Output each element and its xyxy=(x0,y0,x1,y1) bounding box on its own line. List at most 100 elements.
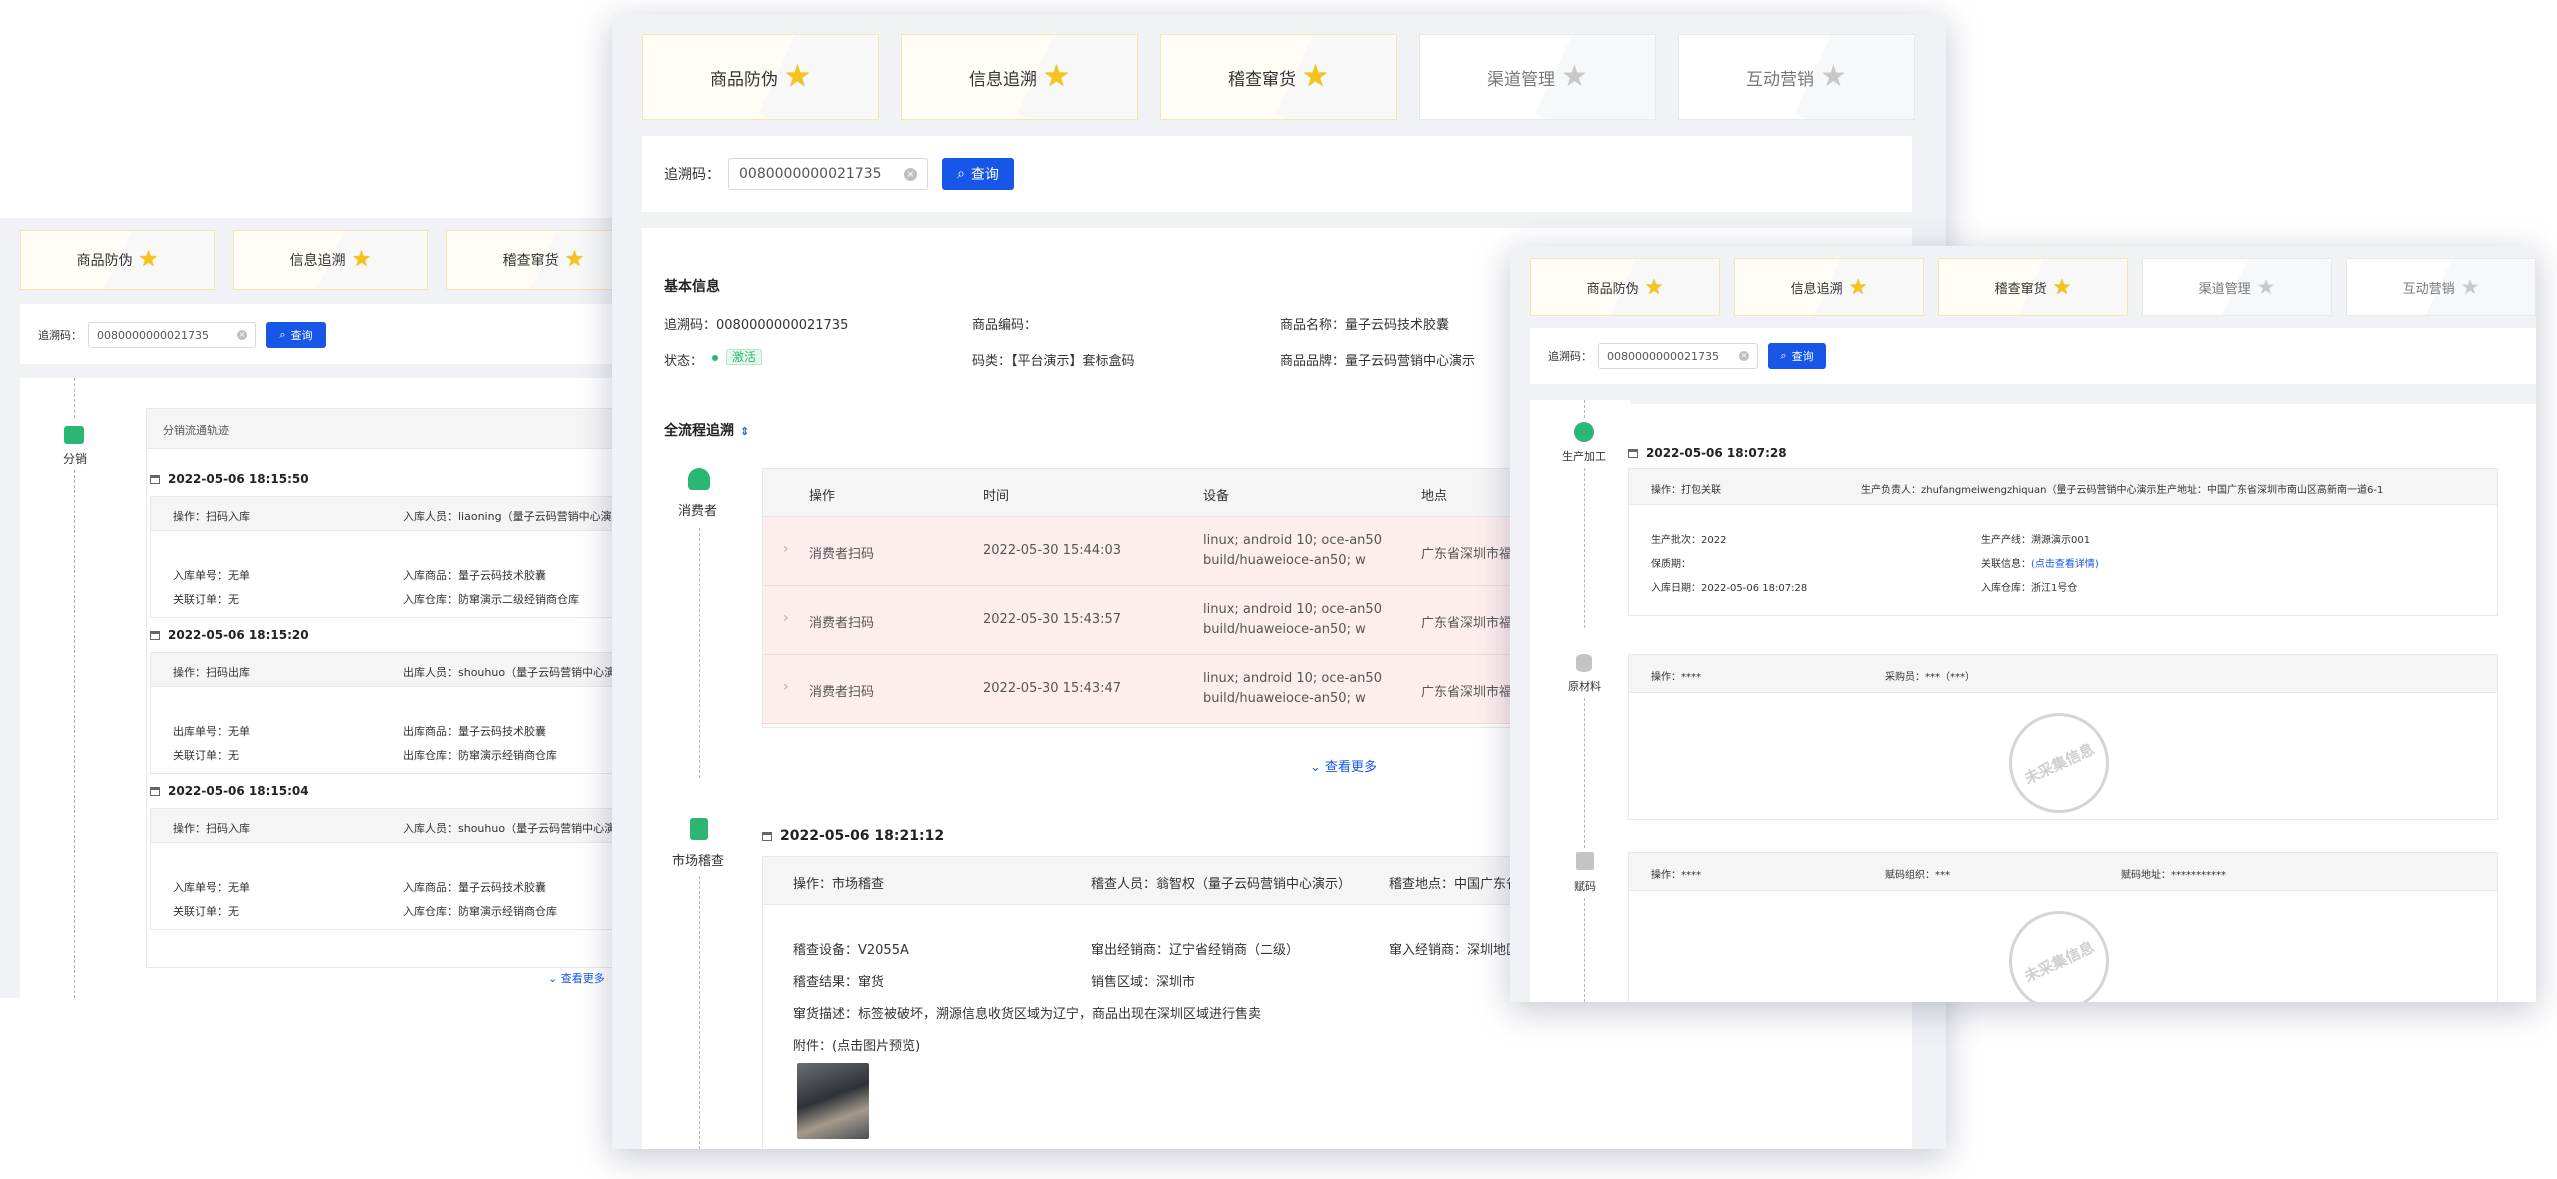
product-code: 商品编码： xyxy=(972,318,1038,333)
search-input[interactable]: 0080000000021735 × xyxy=(728,158,928,190)
right-tab-bar: 商品防伪 ★ 信息追溯 ★ 稽查窜货 ★ 渠道管理 ★ 互动营销 ★ xyxy=(1530,258,2536,316)
cell-device: linux; android 10; oce-an50 xyxy=(1203,533,1382,548)
prod-op: 操作：打包关联 xyxy=(1651,485,1721,496)
tab-label: 信息追溯 xyxy=(289,253,346,269)
cell-op: 消费者扫码 xyxy=(809,616,875,631)
right-tab-trace[interactable]: 信息追溯 ★ xyxy=(1734,258,1924,316)
query-button[interactable]: ⌕ 查询 xyxy=(1768,343,1826,369)
tab-marketing[interactable]: 互动营销 ★ xyxy=(1678,34,1915,120)
expand-chevron-icon[interactable]: › xyxy=(783,679,789,695)
status-badge: 激活 xyxy=(712,348,763,365)
status-dot-icon xyxy=(712,354,718,361)
timeline-line xyxy=(74,470,75,998)
query-button[interactable]: ⌕ 查询 xyxy=(266,322,326,348)
calendar-icon xyxy=(150,631,160,640)
tab-label: 互动营销 xyxy=(1746,69,1815,90)
entry-field: 出库商品：量子云码技术胶囊 xyxy=(403,725,546,738)
expand-chevron-icon[interactable]: › xyxy=(783,541,789,557)
timeline-line xyxy=(1584,468,1585,628)
timeline-line xyxy=(1584,898,1585,1002)
center-tab-bar: 商品防伪 ★ 信息追溯 ★ 稽查窜货 ★ 渠道管理 ★ 互动营销 ★ xyxy=(642,34,1915,120)
raw-buyer: 采购员：***（***） xyxy=(1885,672,1975,683)
search-label: 追溯码： xyxy=(38,329,82,342)
left-window: 商品防伪 ★ 信息追溯 ★ 稽查窜货 ★ 追溯码： 00800000000217… xyxy=(0,218,620,998)
entry-field: 入库仓库：防窜演示二级经销商仓库 xyxy=(403,593,579,606)
flow-title-text: 全流程追溯 xyxy=(664,423,734,439)
entry-op: 操作：扫码出库 xyxy=(173,666,250,679)
right-tab-anticounterfeit[interactable]: 商品防伪 ★ xyxy=(1530,258,1720,316)
product-name: 商品名称：量子云码技术胶囊 xyxy=(1280,318,1450,333)
tab-trace[interactable]: 信息追溯 ★ xyxy=(901,34,1138,120)
query-button-label: 查询 xyxy=(970,167,999,183)
tab-anticounterfeit[interactable]: 商品防伪 ★ xyxy=(642,34,879,120)
search-input[interactable]: 0080000000021735 × xyxy=(1598,343,1758,369)
inspect-device: 稽查设备：V2055A xyxy=(793,943,909,958)
tab-label: 商品防伪 xyxy=(76,253,133,269)
view-more-label: 查看更多 xyxy=(560,972,605,985)
entry-time-text: 2022-05-06 18:15:04 xyxy=(168,784,309,798)
right-tab-marketing[interactable]: 互动营销 ★ xyxy=(2346,258,2536,316)
star-icon: ★ xyxy=(2052,274,2072,299)
view-more-link[interactable]: ⌄ 查看更多 xyxy=(548,970,605,986)
query-button-label: 查询 xyxy=(1791,350,1814,363)
code-header xyxy=(1629,853,2497,891)
code-type: 码类：【平台演示】套标盒码 xyxy=(972,354,1135,369)
status-tag: 激活 xyxy=(726,349,763,365)
calendar-icon xyxy=(762,831,772,841)
expand-chevron-icon[interactable]: › xyxy=(783,610,789,626)
divider xyxy=(1630,400,2536,404)
left-trace-card: 分销 分销流通轨迹 2022-05-06 18:15:50 操作：扫码入库 入库… xyxy=(20,378,620,998)
tab-inspect[interactable]: 稽查窜货 ★ xyxy=(1160,34,1397,120)
tab-label: 信息追溯 xyxy=(1790,281,1843,297)
prod-panel: 操作：打包关联 生产负责人：zhufangmeiwengzhiquan（量子云码… xyxy=(1628,468,2498,616)
node-label-inspect: 市场稽查 xyxy=(672,854,725,869)
star-icon: ★ xyxy=(1820,59,1847,94)
right-tab-channel[interactable]: 渠道管理 ★ xyxy=(2142,258,2332,316)
entry-person: 入库人员：shouhuo（量子云码营销中心演示） xyxy=(403,822,620,835)
cell-location: 广东省深圳市福 xyxy=(1421,685,1513,700)
entry-field: 关联订单：无 xyxy=(173,749,239,762)
prod-in-date: 入库日期：2022-05-06 18:07:28 xyxy=(1651,583,1808,594)
code-org: 赋码组织：*** xyxy=(1885,870,1950,881)
cell-device: linux; android 10; oce-an50 xyxy=(1203,671,1382,686)
node-label-consumer: 消费者 xyxy=(678,504,718,519)
entry-panel: 操作：扫码出库 出库人员：shouhuo（量子云码营销中心演示） 出库单号：无单… xyxy=(150,652,620,774)
star-icon: ★ xyxy=(351,247,372,272)
database-icon xyxy=(1576,654,1592,672)
entry-time-text: 2022-05-06 18:15:50 xyxy=(168,472,309,486)
clear-icon[interactable]: × xyxy=(1739,351,1749,361)
star-icon: ★ xyxy=(2460,274,2480,299)
timeline-line xyxy=(1584,698,1585,848)
entry-time: 2022-05-06 18:15:20 xyxy=(150,628,309,642)
qrcode-icon xyxy=(1576,852,1594,870)
left-tab-inspect[interactable]: 稽查窜货 ★ xyxy=(446,230,620,290)
prod-line: 生产产线：溯源演示001 xyxy=(1981,535,2091,546)
sort-icon[interactable]: ⇕ xyxy=(740,425,749,438)
stamp-text: 未采集信息 xyxy=(2021,937,2098,986)
entry-time: 2022-05-06 18:15:50 xyxy=(150,472,309,486)
star-icon: ★ xyxy=(564,247,585,272)
cell-device: build/huaweioce-an50; w xyxy=(1203,691,1366,706)
star-icon: ★ xyxy=(138,247,159,272)
view-more-link[interactable]: ⌄ 查看更多 xyxy=(1310,756,1377,775)
attachment-thumbnail[interactable] xyxy=(797,1063,869,1139)
gear-icon xyxy=(1574,422,1594,442)
prod-time: 2022-05-06 18:07:28 xyxy=(1628,446,1787,460)
cell-op: 消费者扫码 xyxy=(809,547,875,562)
right-tab-inspect[interactable]: 稽查窜货 ★ xyxy=(1938,258,2128,316)
column-header: 操作 xyxy=(809,489,836,504)
prod-time-text: 2022-05-06 18:07:28 xyxy=(1646,446,1787,460)
clear-icon[interactable]: × xyxy=(237,330,247,340)
search-icon: ⌕ xyxy=(1780,349,1787,362)
prod-addr: 生产地址：中国广东省深圳市南山区高新南一道6-1 xyxy=(2157,485,2384,496)
assoc-detail-link[interactable]: (点击查看详情) xyxy=(2031,559,2099,570)
entry-field: 入库商品：量子云码技术胶囊 xyxy=(403,569,546,582)
left-tab-trace[interactable]: 信息追溯 ★ xyxy=(233,230,428,290)
left-tab-anticounterfeit[interactable]: 商品防伪 ★ xyxy=(20,230,215,290)
clear-icon[interactable]: × xyxy=(904,167,917,181)
search-input[interactable]: 0080000000021735 × xyxy=(88,322,256,348)
tab-label: 渠道管理 xyxy=(1487,69,1556,90)
tab-channel[interactable]: 渠道管理 ★ xyxy=(1419,34,1656,120)
query-button[interactable]: ⌕ 查询 xyxy=(942,158,1014,190)
star-icon: ★ xyxy=(1561,59,1588,94)
